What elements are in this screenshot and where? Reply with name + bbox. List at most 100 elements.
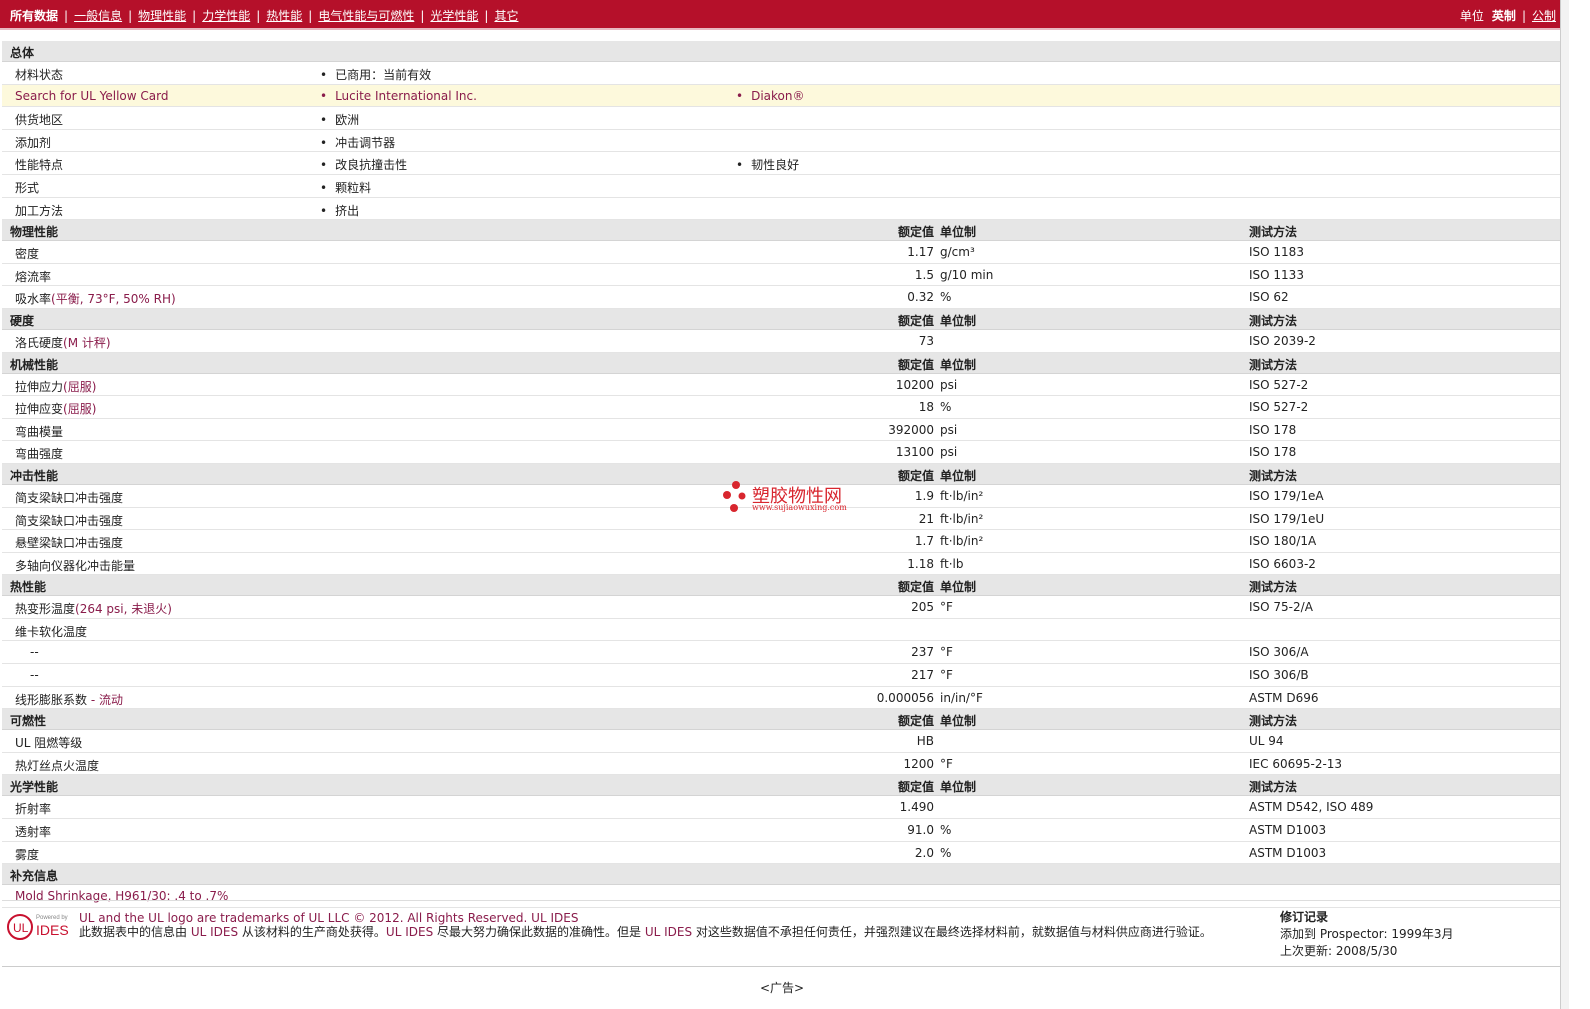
property-value: • 改良抗撞击性: [320, 158, 408, 173]
disclaimer-text: 此数据表中的信息由 UL IDES 从该材料的生产商处获得。UL IDES 尽最…: [79, 925, 1212, 939]
ul-yellow-card-link[interactable]: Search for UL Yellow Card: [15, 89, 168, 103]
test-method: UL 94: [1249, 734, 1284, 749]
property-row: 弯曲模量 392000 psi ISO 178: [2, 419, 1560, 442]
tab-physical[interactable]: 物理性能: [138, 9, 186, 23]
section-header-supplement: 补充信息: [2, 864, 1560, 886]
tab-optical[interactable]: 光学性能: [430, 9, 478, 23]
property-name: 弯曲强度: [15, 447, 64, 462]
test-method: ISO 178: [1249, 445, 1297, 460]
property-unit: %: [940, 290, 952, 305]
unit-separator: |: [1521, 9, 1526, 23]
property-value: 217: [911, 668, 934, 683]
property-row: 熔流率 1.5 g/10 min ISO 1133: [2, 264, 1560, 287]
tab-separator: |: [256, 9, 261, 23]
property-unit: %: [940, 823, 952, 838]
property-name: 折射率: [15, 802, 52, 817]
general-row-processing: 加工方法 • 挤出: [2, 198, 1560, 221]
tab-separator: |: [192, 9, 197, 23]
property-row: 悬壁梁缺口冲击强度 1.7 ft·lb/in² ISO 180/1A: [2, 530, 1560, 553]
revision-updated: 上次更新: 2008/5/30: [1280, 944, 1398, 958]
units-label: 单位: [1459, 9, 1484, 23]
watermark-dots-icon: [723, 481, 746, 512]
section-header: 光学性能 额定值 单位制 测试方法: [2, 775, 1560, 797]
property-name: UL 阻燃等级: [15, 736, 83, 751]
tab-separator: |: [308, 9, 313, 23]
brand-link[interactable]: • Diakon®: [736, 89, 804, 103]
property-value: 91.0: [907, 823, 934, 838]
section-header: 物理性能 额定值 单位制 测试方法: [2, 220, 1560, 242]
section-title: 光学性能: [10, 780, 59, 795]
test-method: ISO 1133: [1249, 267, 1304, 282]
property-name: 简支梁缺口冲击强度: [15, 490, 124, 505]
column-header-value: 额定值: [897, 714, 934, 729]
section-title: 机械性能: [10, 357, 59, 372]
section-header: 机械性能 额定值 单位制 测试方法: [2, 352, 1560, 374]
section-header: 硬度 额定值 单位制 测试方法: [2, 308, 1560, 330]
column-header-value: 额定值: [897, 468, 934, 483]
test-method: ISO 527-2: [1249, 377, 1309, 392]
property-value: • 韧性良好: [736, 158, 800, 173]
property-name: 材料状态: [15, 68, 64, 82]
column-header-value: 额定值: [897, 780, 934, 795]
section-title: 物理性能: [10, 225, 59, 240]
property-unit: g/10 min: [940, 267, 994, 282]
tab-separator: |: [64, 9, 69, 23]
property-name: 洛氏硬度(M 计秤): [15, 335, 111, 350]
column-header-method: 测试方法: [1249, 468, 1298, 483]
watermark-logo: 塑胶物性网 www.sujiaowuxing.com: [722, 480, 882, 516]
property-value: 73: [918, 333, 934, 348]
general-row-region: 供货地区 • 欧洲: [2, 107, 1560, 130]
property-value: 1.18: [907, 556, 934, 571]
property-value: 21: [918, 511, 934, 526]
column-header-method: 测试方法: [1249, 780, 1298, 795]
column-header-value: 额定值: [897, 580, 934, 595]
tab-general-info[interactable]: 一般信息: [74, 9, 122, 23]
logo-ides-text: IDES: [36, 922, 69, 938]
unit-imperial[interactable]: 英制: [1492, 9, 1516, 23]
property-name: 吸水率(平衡, 73°F, 50% RH): [15, 292, 176, 307]
unit-metric-link[interactable]: 公制: [1532, 9, 1556, 23]
section-title: 可燃性: [10, 714, 47, 729]
logo-ul-text: UL: [13, 921, 29, 935]
property-row: 拉伸应力(屈服) 10200 psi ISO 527-2: [2, 374, 1560, 397]
vertical-scrollbar[interactable]: [1560, 0, 1569, 1009]
tab-separator: |: [484, 9, 489, 23]
tab-mechanical[interactable]: 力学性能: [202, 9, 250, 23]
property-unit: %: [940, 845, 952, 860]
property-name: 供货地区: [15, 113, 64, 128]
property-unit: ft·lb/in²: [940, 488, 984, 503]
property-unit: psi: [940, 422, 958, 437]
advertisement-label: <广告>: [760, 981, 805, 995]
column-header-unit: 单位制: [940, 580, 977, 595]
supplier-link[interactable]: • Lucite International Inc.: [320, 89, 477, 103]
tab-other[interactable]: 其它: [494, 9, 518, 23]
tab-electrical-flammability[interactable]: 电气性能与可燃性: [318, 9, 414, 23]
property-value: • 已商用：当前有效: [320, 68, 432, 82]
general-row-status: 材料状态 • 已商用：当前有效: [2, 62, 1560, 85]
tab-separator: |: [128, 9, 133, 23]
logo-powered-text: Powered by: [36, 915, 68, 921]
property-unit: °F: [940, 668, 953, 683]
column-header-unit: 单位制: [940, 313, 977, 328]
property-row: 热灯丝点火温度 1200 °F IEC 60695-2-13: [2, 753, 1560, 776]
column-header-value: 额定值: [897, 225, 934, 240]
tab-thermal[interactable]: 热性能: [266, 9, 302, 23]
property-value: 1.17: [907, 245, 934, 260]
property-row: UL 阻燃等级 HB UL 94: [2, 730, 1560, 753]
property-unit: psi: [940, 377, 958, 392]
section-header: 热性能 额定值 单位制 测试方法: [2, 575, 1560, 597]
property-name: 雾度: [15, 847, 40, 862]
property-value: 10200: [895, 377, 934, 392]
property-row: 线形膨胀系数 - 流动 0.000056 in/in/°F ASTM D696: [2, 687, 1560, 710]
property-value: • 冲击调节器: [320, 135, 396, 150]
watermark-url: www.sujiaowuxing.com: [752, 503, 847, 512]
column-header-value: 额定值: [897, 357, 934, 372]
property-unit: ft·lb: [940, 556, 964, 571]
general-row-ul-yellow-card: Search for UL Yellow Card • Lucite Intern…: [2, 84, 1560, 108]
property-name: 热变形温度(264 psi, 未退火): [15, 602, 172, 617]
column-header-unit: 单位制: [940, 225, 977, 240]
tab-all-data[interactable]: 所有数据: [10, 9, 58, 23]
column-header-method: 测试方法: [1249, 714, 1298, 729]
property-name: 多轴向仪器化冲击能量: [15, 558, 136, 573]
property-row: 吸水率(平衡, 73°F, 50% RH) 0.32% ISO 62: [2, 286, 1560, 309]
